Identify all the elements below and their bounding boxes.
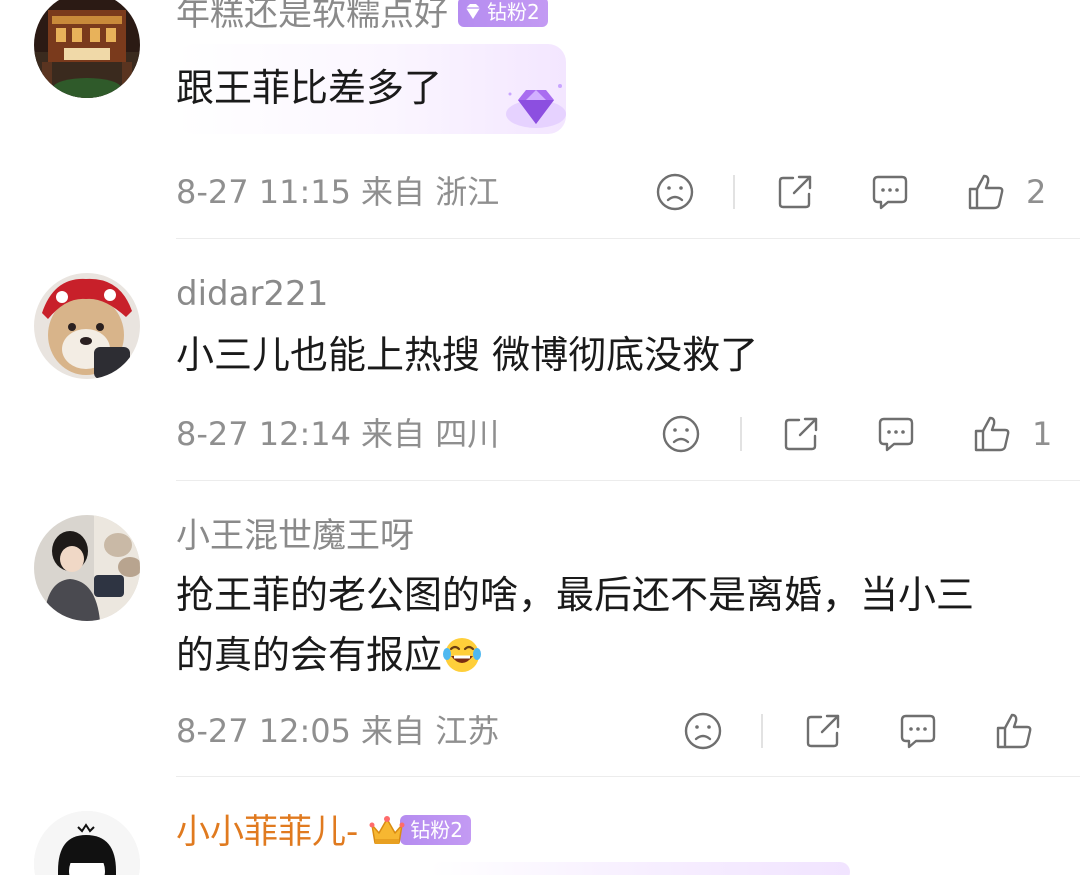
comment-bubble-icon: [900, 714, 936, 749]
username[interactable]: 小王混世魔王呀: [176, 516, 414, 556]
divider: [733, 175, 735, 209]
diamond-bubble: 跟王菲比差多了: [176, 44, 566, 134]
diamond-decoration-icon: [506, 84, 566, 128]
crown-icon: [369, 815, 405, 844]
reply-button[interactable]: [876, 414, 916, 454]
comment-date: 8-27 12:14: [176, 415, 352, 453]
comment-divider: [176, 238, 1080, 239]
share-icon: [784, 417, 818, 451]
share-icon: [778, 175, 812, 209]
badge-label: 钻粉2: [487, 0, 540, 24]
share-button[interactable]: [781, 414, 821, 454]
comment-bubble-icon: [878, 417, 914, 452]
dislike-button[interactable]: [655, 172, 695, 212]
reply-button[interactable]: [870, 172, 910, 212]
comment-meta: 8-27 12:05 来自 江苏: [176, 711, 499, 751]
dislike-button[interactable]: [661, 414, 701, 454]
frown-face-icon: [656, 173, 694, 211]
comment-text-line: 的真的会有报应: [176, 625, 974, 685]
share-icon: [806, 714, 840, 748]
reply-button[interactable]: [898, 711, 938, 751]
fan-badge[interactable]: 钻粉2: [458, 0, 548, 27]
username[interactable]: 小小菲菲儿- 钻粉2: [176, 811, 472, 853]
avatar[interactable]: [34, 0, 140, 98]
comment-location: 来自 江苏: [361, 712, 500, 750]
like-count: 1: [1032, 415, 1053, 453]
comment-text: 跟王菲比差多了: [176, 66, 443, 110]
username-text[interactable]: didar221: [176, 274, 328, 314]
laughing-tears-emoji-icon: [442, 634, 482, 674]
thumbs-up-icon: [974, 416, 1010, 452]
avatar[interactable]: [34, 515, 140, 621]
avatar[interactable]: [34, 811, 140, 875]
comment-text: 小三儿也能上热搜 微博彻底没救了: [176, 333, 759, 377]
like-count: 2: [1026, 173, 1047, 211]
username-text[interactable]: 年糕还是软糯点好: [176, 0, 448, 34]
like-button[interactable]: [966, 172, 1006, 212]
frown-face-icon: [684, 712, 722, 750]
thumbs-up-icon: [968, 174, 1004, 210]
username-text[interactable]: 小小菲菲儿-: [176, 812, 358, 852]
thumbs-up-icon: [996, 713, 1032, 749]
comment-date: 8-27 12:05: [176, 712, 352, 750]
dislike-button[interactable]: [683, 711, 723, 751]
share-button[interactable]: [775, 172, 815, 212]
divider: [740, 417, 742, 451]
username-text[interactable]: 小王混世魔王呀: [176, 516, 414, 556]
bubble-preview: [430, 862, 850, 875]
building-night-avatar-icon: [34, 0, 140, 98]
comment-text: 抢王菲的老公图的啥，最后还不是离婚，当小三 的真的会有报应: [176, 565, 974, 685]
comment-bubble-icon: [872, 175, 908, 210]
diamond-icon: [466, 3, 480, 19]
share-button[interactable]: [803, 711, 843, 751]
username[interactable]: didar221: [176, 274, 328, 314]
username[interactable]: 年糕还是软糯点好 钻粉2: [176, 0, 548, 34]
comment-text-line: 抢王菲的老公图的啥，最后还不是离婚，当小三: [176, 573, 975, 617]
comment-meta: 8-27 11:15 来自 浙江: [176, 172, 499, 212]
comment-divider: [176, 480, 1080, 481]
comment-text-line2: 的真的会有报应: [176, 633, 443, 677]
like-button[interactable]: [994, 711, 1034, 751]
frown-face-icon: [662, 415, 700, 453]
badge-label: 钻粉2: [400, 814, 472, 845]
girl-photo-avatar-icon: [34, 515, 140, 621]
comment-date: 8-27 11:15: [176, 173, 352, 211]
comment-location: 来自 浙江: [361, 173, 500, 211]
avatar[interactable]: [34, 273, 140, 379]
comment-meta: 8-27 12:14 来自 四川: [176, 414, 499, 454]
shiba-dog-avatar-icon: [34, 273, 140, 379]
divider: [761, 714, 763, 748]
cartoon-girl-avatar-icon: [34, 811, 140, 875]
comment-feed: { "colors": { "text_primary": "#1a1a1a",…: [0, 0, 1080, 875]
fan-badge[interactable]: 钻粉2: [368, 811, 472, 849]
comment-divider: [176, 776, 1080, 777]
like-button[interactable]: [972, 414, 1012, 454]
comment-location: 来自 四川: [361, 415, 500, 453]
